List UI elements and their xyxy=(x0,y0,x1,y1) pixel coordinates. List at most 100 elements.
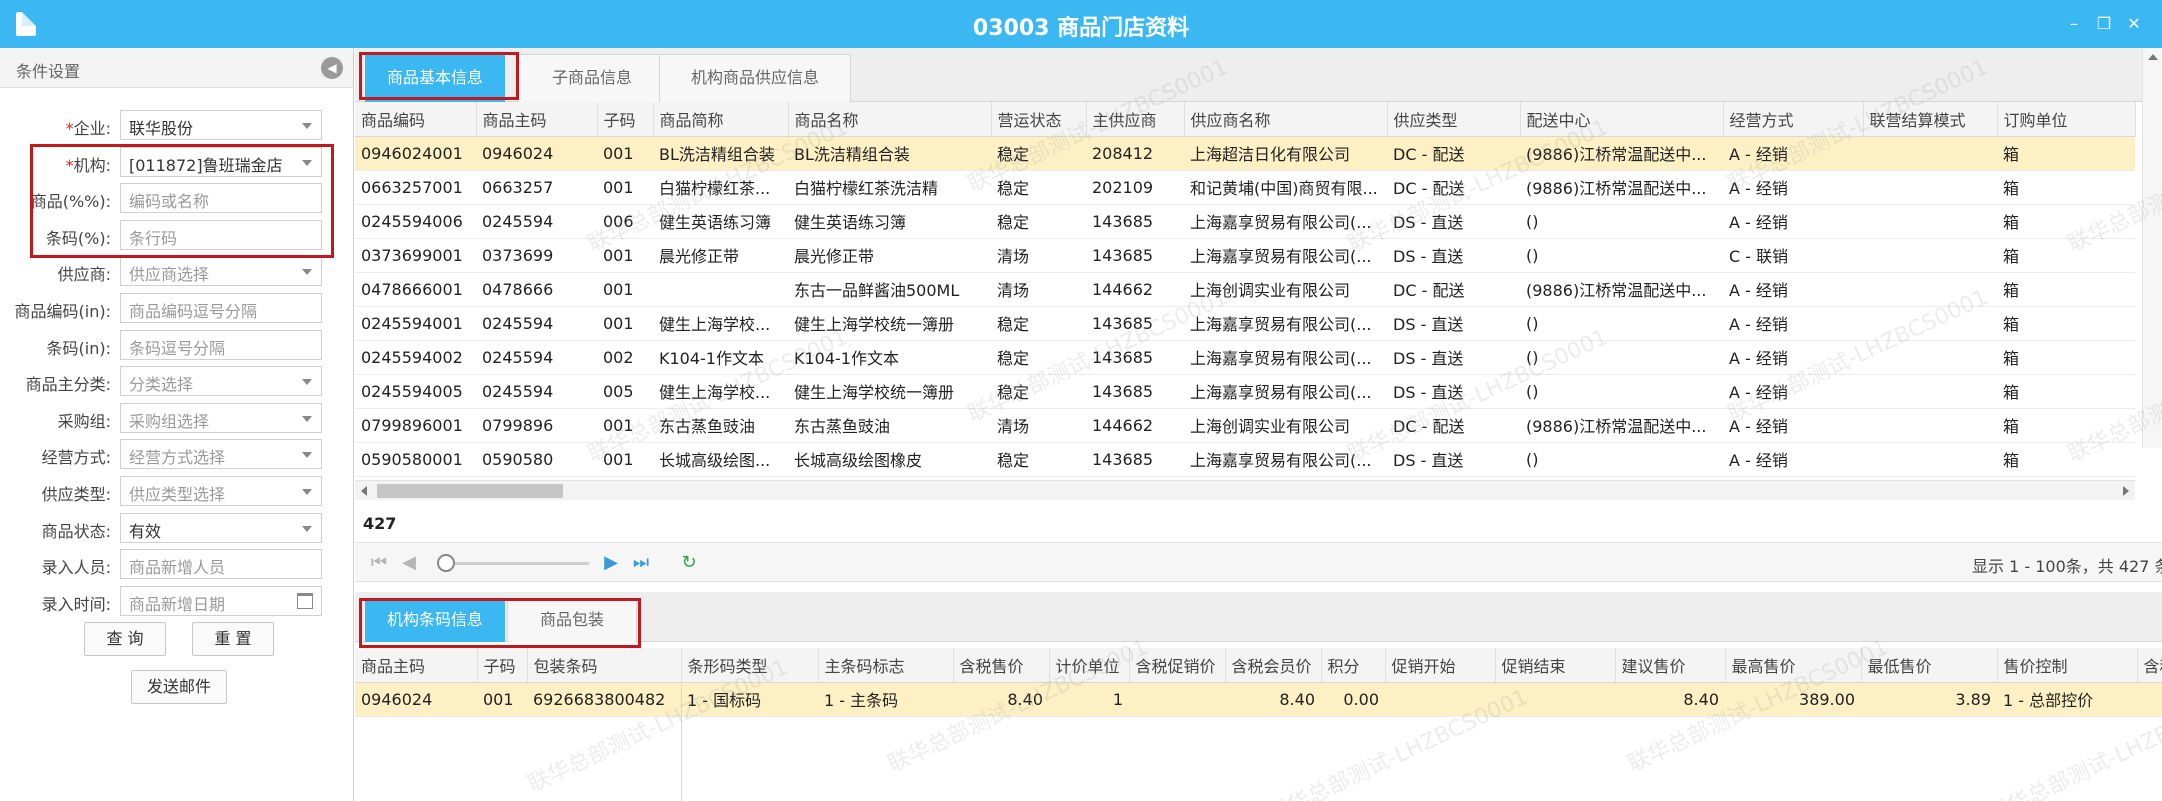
column-header[interactable]: 经营方式 xyxy=(1723,102,1864,137)
scroll-left-icon[interactable] xyxy=(361,486,367,496)
table-row[interactable]: 0245594002 0245594 002 K104-1作文本 K104-1作文本 稳定… xyxy=(355,340,2135,375)
column-header[interactable]: 配送中心 xyxy=(1520,102,1724,137)
table-cell: 1 - 国标码 xyxy=(681,682,818,717)
tab-sub-product-info[interactable]: 子商品信息 xyxy=(517,54,667,102)
chevron-down-icon[interactable] xyxy=(302,379,312,386)
chevron-down-icon[interactable] xyxy=(302,452,312,459)
page-slider-track[interactable] xyxy=(445,562,589,565)
column-header[interactable]: 子码 xyxy=(597,102,654,137)
scroll-right-icon[interactable] xyxy=(2123,486,2129,496)
main-category-select[interactable]: 分类选择 xyxy=(120,366,322,397)
table-row[interactable]: 0946024001 0946024 001 BL洗洁精组合装 BL洗洁精组合装 稳定 20… xyxy=(355,136,2135,171)
tab-org-barcode-info[interactable]: 机构条码信息 xyxy=(365,598,505,642)
close-icon[interactable]: ✕ xyxy=(2124,14,2144,34)
column-header[interactable]: 含税售价 xyxy=(953,648,1050,683)
reset-button[interactable]: 重 置 xyxy=(192,622,274,656)
query-button[interactable]: 查 询 xyxy=(84,622,166,656)
scroll-thumb[interactable] xyxy=(377,484,563,498)
column-header[interactable]: 商品主码 xyxy=(476,102,598,137)
first-page-icon[interactable]: ⏮ xyxy=(369,553,389,573)
prev-page-icon[interactable]: ◀ xyxy=(399,553,419,573)
refresh-icon[interactable]: ↻ xyxy=(679,553,699,573)
column-header[interactable]: 子码 xyxy=(477,648,528,683)
filter-value: [011872]鲁班瑞金店 xyxy=(129,155,283,175)
column-header[interactable]: 供应类型 xyxy=(1387,102,1521,137)
column-header[interactable]: 积分 xyxy=(1321,648,1386,683)
barcode-input[interactable]: 条行码 xyxy=(120,219,322,250)
barcodes-input[interactable]: 条码逗号分隔 xyxy=(120,329,322,360)
purchase-group-select[interactable]: 采购组选择 xyxy=(120,402,322,433)
entry-date-input[interactable]: 商品新增日期 xyxy=(120,585,322,616)
column-header[interactable]: 商品简称 xyxy=(653,102,789,137)
column-header[interactable]: 联营结算模式 xyxy=(1863,102,1998,137)
product-status-select[interactable]: 有效 xyxy=(120,512,322,543)
send-email-button[interactable]: 发送邮件 xyxy=(131,670,227,704)
product-codes-input[interactable]: 商品编码逗号分隔 xyxy=(120,293,322,323)
table-cell: 005 xyxy=(597,374,653,409)
table-row[interactable]: 0478666001 0478666 001 东古一品鲜酱油500ML 清场 144662… xyxy=(355,272,2135,307)
column-header[interactable]: 最低售价 xyxy=(1861,648,1998,683)
column-header[interactable]: 主条码标志 xyxy=(818,648,954,683)
column-header[interactable]: 条形码类型 xyxy=(681,648,819,683)
chevron-down-icon[interactable] xyxy=(302,525,312,532)
table-row[interactable]: 0245594006 0245594 006 健生英语练习簿 健生英语练习簿 稳定 1436… xyxy=(355,204,2135,239)
enterprise-select[interactable]: 联华股份 xyxy=(120,110,322,140)
filter-row: *机构: [011872]鲁班瑞金店 xyxy=(0,146,354,177)
calendar-icon[interactable] xyxy=(297,592,313,609)
column-header[interactable]: 主供应商 xyxy=(1086,102,1185,137)
table-row[interactable]: 0245594005 0245594 005 健生上海学校... 健生上海学校统一簿册稳… xyxy=(355,374,2135,409)
column-header[interactable]: 含税 xyxy=(2137,648,2162,683)
column-header[interactable]: 供应商名称 xyxy=(1184,102,1388,137)
main-table-vertical-scrollbar[interactable] xyxy=(2142,48,2162,448)
column-header[interactable]: 商品主码 xyxy=(355,648,478,683)
chevron-down-icon[interactable] xyxy=(302,269,312,276)
table-row[interactable]: 0799896001 0799896 001 东古蒸鱼豉油 东古蒸鱼豉油 清场 144662… xyxy=(355,408,2135,443)
table-row[interactable]: 0663257001 0663257 001 白猫柠檬红茶... 白猫柠檬红茶洗洁精 稳定… xyxy=(355,170,2135,205)
collapse-left-icon[interactable]: ◀ xyxy=(321,57,343,79)
table-cell: 箱 xyxy=(1997,204,2135,239)
column-header[interactable]: 商品名称 xyxy=(788,102,992,137)
main-area: 商品基本信息 子商品信息 机构商品供应信息 商品编码 商品主码 子码 商品简称 商品名称… xyxy=(355,48,2162,801)
column-header[interactable]: 最高售价 xyxy=(1725,648,1862,683)
chevron-down-icon[interactable] xyxy=(302,415,312,422)
chevron-down-icon[interactable] xyxy=(302,123,312,129)
chevron-down-icon[interactable] xyxy=(302,489,312,495)
last-page-icon[interactable]: ⏭ xyxy=(631,553,651,573)
scroll-up-icon[interactable] xyxy=(2148,54,2158,60)
minimize-icon[interactable]: – xyxy=(2064,14,2084,34)
restore-icon[interactable]: ❐ xyxy=(2094,14,2114,34)
column-header[interactable]: 商品编码 xyxy=(355,102,477,137)
column-header[interactable]: 建议售价 xyxy=(1615,648,1726,683)
product-input[interactable]: 编码或名称 xyxy=(120,183,322,214)
page-slider-knob[interactable] xyxy=(437,554,455,572)
table-cell: 6926683800482 xyxy=(527,682,681,717)
table-cell: DS - 直送 xyxy=(1387,442,1520,477)
column-header[interactable]: 包装条码 xyxy=(527,648,682,683)
tab-product-packaging[interactable]: 商品包装 xyxy=(507,598,637,642)
table-cell: 清场 xyxy=(991,408,1086,443)
table-row[interactable]: 0245594001 0245594 001 健生上海学校... 健生上海学校统一簿册稳… xyxy=(355,306,2135,341)
column-header[interactable]: 含税会员价 xyxy=(1225,648,1322,683)
tab-org-supply-info[interactable]: 机构商品供应信息 xyxy=(659,54,851,102)
column-header[interactable]: 促销开始 xyxy=(1385,648,1496,683)
column-header[interactable]: 含税促销价 xyxy=(1129,648,1226,683)
tab-product-basic-info[interactable]: 商品基本信息 xyxy=(365,54,505,102)
main-table-horizontal-scrollbar[interactable] xyxy=(355,480,2135,500)
column-header[interactable]: 促销结束 xyxy=(1495,648,1616,683)
filter-value: 条行码 xyxy=(129,228,178,248)
column-header[interactable]: 计价单位 xyxy=(1049,648,1130,683)
column-header[interactable]: 营运状态 xyxy=(991,102,1087,137)
org-select[interactable]: [011872]鲁班瑞金店 xyxy=(120,146,322,177)
supplier-select[interactable]: 供应商选择 xyxy=(120,256,322,287)
table-row[interactable]: 0946024 001 6926683800482 1 - 国标码 1 - 主条码 8.4… xyxy=(355,682,2162,717)
table-cell: 稳定 xyxy=(991,204,1086,239)
column-header[interactable]: 订购单位 xyxy=(1997,102,2136,137)
chevron-down-icon[interactable] xyxy=(302,159,312,166)
next-page-icon[interactable]: ▶ xyxy=(601,553,621,573)
supply-type-select[interactable]: 供应类型选择 xyxy=(120,476,322,506)
entry-user-input[interactable]: 商品新增人员 xyxy=(120,549,322,580)
table-row[interactable]: 0373699001 0373699 001 晨光修正带 晨光修正带 清场 143685 上海… xyxy=(355,238,2135,273)
column-header[interactable]: 售价控制 xyxy=(1997,648,2138,683)
table-row[interactable]: 0590580001 0590580 001 长城高级绘图... 长城高级绘图橡皮 稳定 1… xyxy=(355,442,2135,477)
business-mode-select[interactable]: 经营方式选择 xyxy=(120,439,322,470)
